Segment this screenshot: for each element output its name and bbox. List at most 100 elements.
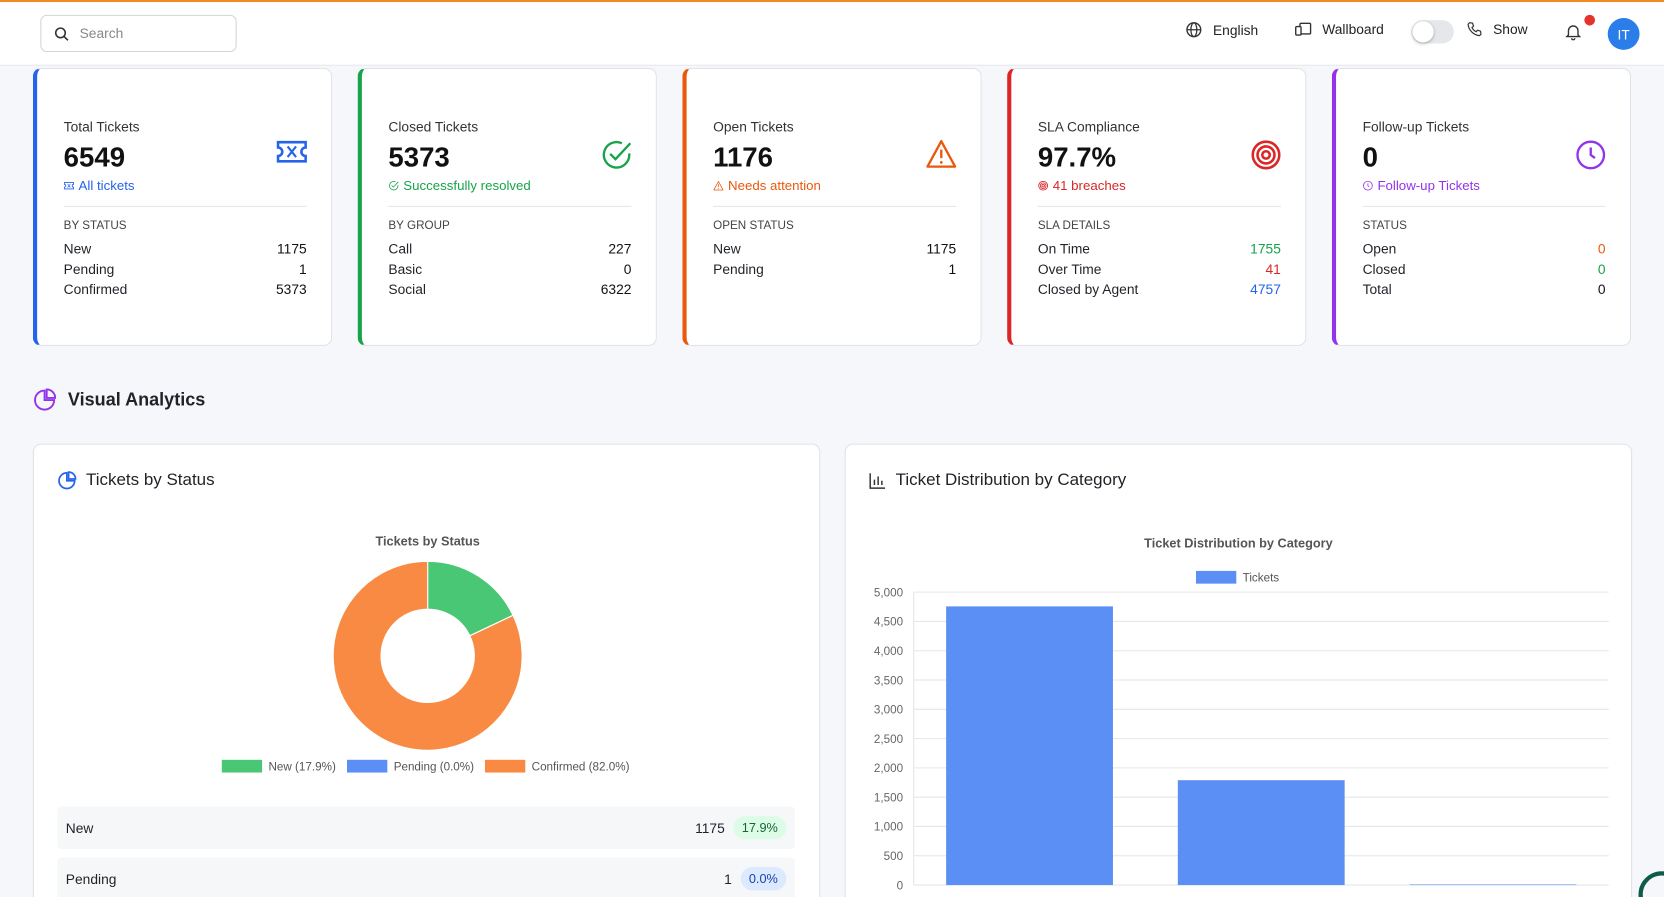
search-input[interactable]	[79, 25, 207, 42]
row-label: New	[63, 240, 92, 257]
panel-title: Tickets by Status	[85, 471, 215, 490]
divider	[1037, 205, 1281, 207]
card-subtitle-text: Successfully resolved	[403, 178, 531, 194]
card-row: Basic 0	[388, 261, 631, 281]
corner-widget[interactable]	[1638, 871, 1664, 897]
row-value: 0	[623, 261, 632, 277]
divider	[63, 205, 307, 207]
card-section-label: OPEN STATUS	[713, 219, 794, 233]
row-value: 5373	[275, 281, 307, 298]
wallboard-button[interactable]: Wallboard	[1295, 21, 1384, 37]
show-call-button[interactable]: Show	[1467, 21, 1528, 37]
language-label: English	[1212, 21, 1259, 38]
card-section-label: SLA DETAILS	[1037, 219, 1111, 233]
bar[interactable]	[1177, 780, 1345, 886]
row-label: Social	[388, 281, 426, 298]
card-subtitle: 41 breaches	[1038, 178, 1281, 193]
show-toggle[interactable]	[1411, 20, 1454, 44]
card-row: On Time 1755	[1038, 241, 1281, 261]
notification-dot	[1584, 14, 1595, 26]
row-label: Closed	[1362, 261, 1406, 277]
card-row: Open 0	[1363, 241, 1606, 261]
card-subtitle: All tickets	[63, 178, 307, 193]
wallboard-label: Wallboard	[1322, 21, 1384, 38]
search-box[interactable]	[40, 14, 237, 52]
row-value: 41	[1265, 261, 1281, 277]
row-label: Open	[1362, 240, 1397, 257]
warning-icon	[925, 139, 957, 174]
stat-card-closed-tickets[interactable]: Closed Tickets 5373 Successfully resolved B…	[357, 67, 657, 346]
avatar[interactable]: IT	[1607, 18, 1640, 50]
bell-icon[interactable]	[1565, 23, 1582, 41]
card-row: New 1175	[64, 241, 307, 261]
card-value: 97.7%	[1037, 141, 1117, 173]
status-count: 1175	[695, 819, 725, 836]
row-label: Pending	[63, 261, 115, 277]
wallboard-icon	[1295, 22, 1312, 36]
bar-chart: Ticket Distribution by Category Tickets 0 5…	[874, 536, 1609, 892]
y-tick-label: 5,000	[874, 586, 904, 599]
legend-label[interactable]: Confirmed (82.0%)	[532, 760, 630, 773]
ticket-small-icon	[63, 180, 75, 191]
card-row: Pending 1	[64, 261, 307, 281]
card-row: Call 227	[388, 241, 631, 261]
row-label: On Time	[1037, 240, 1090, 257]
status-row: New 1175 17.9%	[57, 806, 795, 849]
card-row: Social 6322	[388, 281, 631, 301]
legend-swatch	[347, 759, 388, 773]
row-label: Total	[1362, 281, 1392, 298]
card-row: Closed 0	[1363, 261, 1606, 281]
card-subtitle: Needs attention	[713, 178, 956, 193]
chart-title: Tickets by Status	[375, 533, 479, 548]
row-value: 0	[1597, 240, 1606, 257]
card-subtitle-text: 41 breaches	[1052, 178, 1126, 194]
row-value: 227	[608, 240, 632, 257]
stat-card-sla-compliance[interactable]: SLA Compliance 97.7% 41 breaches SLA DETAIL…	[1007, 67, 1307, 346]
check-circle-small-icon	[388, 180, 399, 191]
row-label: Over Time	[1037, 261, 1102, 277]
legend-swatch	[221, 759, 263, 773]
divider	[1362, 205, 1606, 207]
globe-icon	[1186, 22, 1202, 38]
row-value: 0	[1597, 281, 1606, 298]
row-label: Pending	[713, 261, 764, 277]
status-percent-badge: 17.9%	[733, 816, 787, 840]
bar[interactable]	[946, 606, 1113, 886]
legend-label[interactable]: Pending (0.0%)	[394, 760, 474, 773]
status-count: 1	[724, 870, 732, 887]
row-label: Closed by Agent	[1037, 281, 1139, 298]
card-subtitle-text: Needs attention	[727, 178, 821, 194]
language-selector[interactable]: English	[1185, 21, 1258, 38]
pie-chart-icon	[34, 388, 57, 411]
stat-card-total-tickets[interactable]: Total Tickets 6549 All tickets BY STATUS New…	[32, 67, 333, 346]
stat-card-open-tickets[interactable]: Open Tickets 1176 Needs attention OPEN STAT…	[682, 67, 982, 346]
bar[interactable]	[1409, 884, 1577, 886]
check-circle-icon	[601, 139, 633, 176]
row-value: 1	[948, 261, 957, 277]
card-row: Confirmed 5373	[64, 281, 307, 301]
visual-analytics-heading: Visual Analytics	[33, 388, 205, 411]
y-tick-label: 3,000	[874, 704, 904, 717]
y-tick-label: 4,500	[874, 616, 904, 629]
phone-icon	[1467, 22, 1482, 37]
legend-swatch	[1195, 570, 1237, 584]
row-label: New	[713, 240, 741, 257]
show-label: Show	[1493, 21, 1528, 38]
category-distribution-panel: Ticket Distribution by Category Ticket D…	[844, 443, 1633, 897]
card-section-label: STATUS	[1362, 219, 1407, 233]
legend-label[interactable]: New (17.9%)	[268, 760, 335, 773]
y-tick-label: 2,000	[874, 762, 904, 775]
card-section-label: BY GROUP	[388, 219, 450, 233]
row-label: Confirmed	[63, 281, 128, 298]
card-section-label: BY STATUS	[63, 219, 127, 233]
target-icon	[1250, 139, 1282, 176]
ticket-icon	[276, 139, 308, 170]
legend-label[interactable]: Tickets	[1243, 572, 1280, 585]
y-tick-label: 500	[884, 850, 904, 863]
row-value: 1	[299, 261, 307, 277]
search-icon	[54, 26, 69, 41]
y-tick-label: 1,500	[874, 791, 904, 804]
row-value: 1175	[277, 240, 307, 257]
status-label: Pending	[65, 870, 117, 887]
stat-card-follow-up-tickets[interactable]: Follow-up Tickets 0 Follow-up Tickets STATU…	[1331, 67, 1632, 346]
